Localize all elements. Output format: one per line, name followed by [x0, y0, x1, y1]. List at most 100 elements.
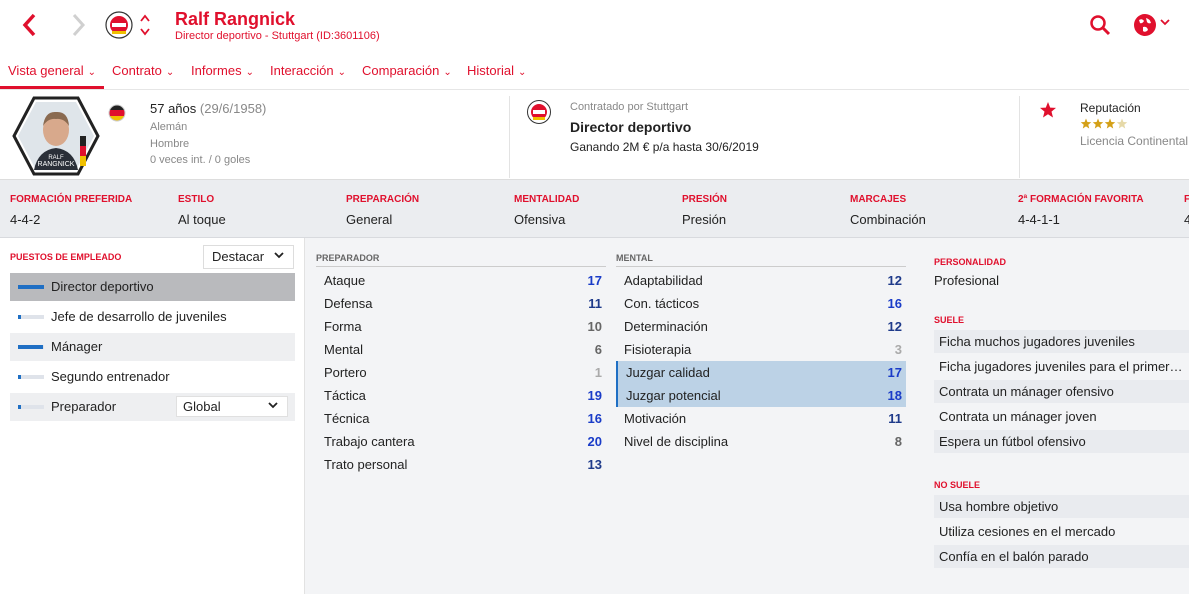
reputation-stars — [1080, 118, 1140, 133]
chevron-right-icon — [72, 13, 86, 37]
search-icon[interactable] — [1089, 14, 1111, 36]
current-role: Director deportivo — [570, 119, 692, 135]
role-item[interactable]: Director deportivo — [10, 273, 295, 301]
star-icon — [1116, 118, 1128, 129]
role-item[interactable]: Preparador Global — [10, 393, 295, 421]
role-item[interactable]: Mánager — [10, 333, 295, 361]
attribute-row[interactable]: Juzgar calidad 17 — [616, 361, 906, 384]
globe-icon[interactable] — [1133, 13, 1157, 37]
avatar-caption: RANGNICK — [38, 161, 75, 168]
attribute-row[interactable]: Táctica 19 — [316, 384, 606, 407]
gender-label: Hombre — [150, 138, 190, 150]
age-label: 57 años (29/6/1958) — [150, 101, 266, 116]
star-icon — [1080, 118, 1092, 129]
tactic-label: PRESIÓN — [682, 194, 728, 205]
chevron-down-icon: ⌄ — [165, 67, 175, 78]
tab-history[interactable]: Historial ⌄ — [467, 63, 526, 78]
attribute-row[interactable]: Defensa 11 — [316, 292, 606, 315]
attribute-name: Con. tácticos — [624, 296, 700, 311]
caps-label: 0 veces int. / 0 goles — [150, 154, 251, 166]
attribute-row[interactable]: Forma 10 — [316, 315, 606, 338]
attribute-row[interactable]: Nivel de disciplina 8 — [616, 430, 906, 453]
attribute-name: Portero — [324, 365, 367, 380]
attribute-row[interactable]: Fisioterapia 3 — [616, 338, 906, 361]
role-suitability-fill — [18, 345, 43, 349]
attribute-row[interactable]: Mental 6 — [316, 338, 606, 361]
tab-label: Historial — [467, 63, 514, 78]
tactic-value: Combinación — [850, 212, 926, 227]
tab-comparison[interactable]: Comparación ⌄ — [362, 63, 452, 78]
role-item[interactable]: Segundo entrenador — [10, 363, 295, 391]
tendency-item: Confía en el balón parado — [934, 545, 1189, 568]
highlight-dropdown[interactable]: Destacar — [203, 245, 294, 269]
person-subtitle[interactable]: Director deportivo - Stuttgart (ID:36011… — [175, 30, 380, 42]
role-label: Director deportivo — [51, 279, 154, 294]
tab-contract[interactable]: Contrato ⌄ — [112, 63, 174, 78]
attribute-row[interactable]: Juzgar potencial 18 — [616, 384, 906, 407]
tab-label: Interacción — [270, 63, 334, 78]
tactic-value: 4 — [1184, 212, 1189, 227]
mental-title: MENTAL — [616, 253, 653, 263]
tactic-label: MENTALIDAD — [514, 194, 580, 205]
attribute-name: Juzgar calidad — [626, 365, 710, 380]
attribute-name: Táctica — [324, 388, 366, 403]
star-icon — [1092, 118, 1104, 129]
tab-label: Informes — [191, 63, 242, 78]
tendency-item: Ficha jugadores juveniles para el primer… — [939, 359, 1183, 374]
attribute-row[interactable]: Adaptabilidad 12 — [616, 269, 906, 292]
avatar[interactable]: RALF RANGNICK — [12, 96, 100, 176]
coach-type-dropdown[interactable]: Global — [176, 396, 288, 417]
tendency-item: Contrata un mánager joven — [939, 409, 1097, 424]
cycle-staff-buttons[interactable] — [138, 12, 152, 38]
tendency-item: Usa hombre objetivo — [934, 495, 1189, 518]
attribute-row[interactable]: Portero 1 — [316, 361, 606, 384]
role-item[interactable]: Jefe de desarrollo de juveniles — [10, 303, 295, 331]
personality-panel: PERSONALIDAD Profesional SUELE Ficha muc… — [924, 238, 1189, 594]
personality-value: Profesional — [934, 273, 1000, 288]
attribute-row[interactable]: Ataque 17 — [316, 269, 606, 292]
attribute-row[interactable]: Determinación 12 — [616, 315, 906, 338]
attribute-name: Mental — [324, 342, 364, 357]
attribute-row[interactable]: Trabajo cantera 20 — [316, 430, 606, 453]
role-suitability-fill — [18, 405, 21, 409]
attribute-value: 19 — [587, 388, 602, 403]
back-button[interactable] — [18, 10, 42, 40]
nationality-flag-icon[interactable] — [108, 104, 126, 122]
coaching-attributes: PREPARADOR Ataque 17 Defensa 11 Forma 10 Menta… — [316, 238, 606, 594]
tab-reports[interactable]: Informes ⌄ — [191, 63, 254, 78]
role-label: Mánager — [51, 339, 103, 354]
attribute-row[interactable]: Trato personal 13 — [316, 453, 606, 476]
role-suitability-fill — [18, 375, 21, 379]
tactic-value: 4-4-2 — [10, 212, 41, 227]
tactic-label: PREPARACIÓN — [346, 194, 420, 205]
attribute-name: Trabajo cantera — [324, 434, 415, 449]
attribute-name: Nivel de disciplina — [624, 434, 729, 449]
tab-overview[interactable]: Vista general ⌄ — [8, 63, 96, 78]
attribute-name: Motivación — [624, 411, 687, 426]
chevron-up-down-icon — [140, 14, 150, 36]
tab-label: Comparación — [362, 63, 440, 78]
tendency-item: Utiliza cesiones en el mercado — [939, 524, 1116, 539]
tends-title: SUELE — [934, 315, 965, 325]
chevron-down-icon — [267, 399, 279, 414]
tab-interaction[interactable]: Interacción ⌄ — [270, 63, 346, 78]
divider — [316, 266, 606, 267]
chevron-down-icon[interactable] — [1159, 16, 1171, 31]
role-suitability-bar — [18, 315, 44, 319]
attribute-value: 12 — [887, 319, 902, 334]
club-crest-icon[interactable] — [104, 10, 134, 40]
club-crest-icon[interactable] — [526, 99, 552, 125]
tactic-label: MARCAJES — [850, 194, 907, 205]
attribute-row[interactable]: Motivación 11 — [616, 407, 906, 430]
attribute-row[interactable]: Con. tácticos 16 — [616, 292, 906, 315]
tactic-label: FORMACIÓN PREFERIDA — [10, 194, 133, 205]
tactic-value: 4-4-1-1 — [1018, 212, 1060, 227]
attribute-name: Determinación — [624, 319, 708, 334]
attribute-value: 10 — [587, 319, 602, 334]
attribute-name: Técnica — [324, 411, 370, 426]
tactic-label: 2ª FORMACIÓN FAVORITA — [1018, 194, 1144, 205]
attribute-row[interactable]: Técnica 16 — [316, 407, 606, 430]
tendency-item: Espera un fútbol ofensivo — [934, 430, 1189, 453]
forward-button[interactable] — [66, 10, 90, 40]
chevron-down-icon: ⌄ — [517, 67, 527, 78]
